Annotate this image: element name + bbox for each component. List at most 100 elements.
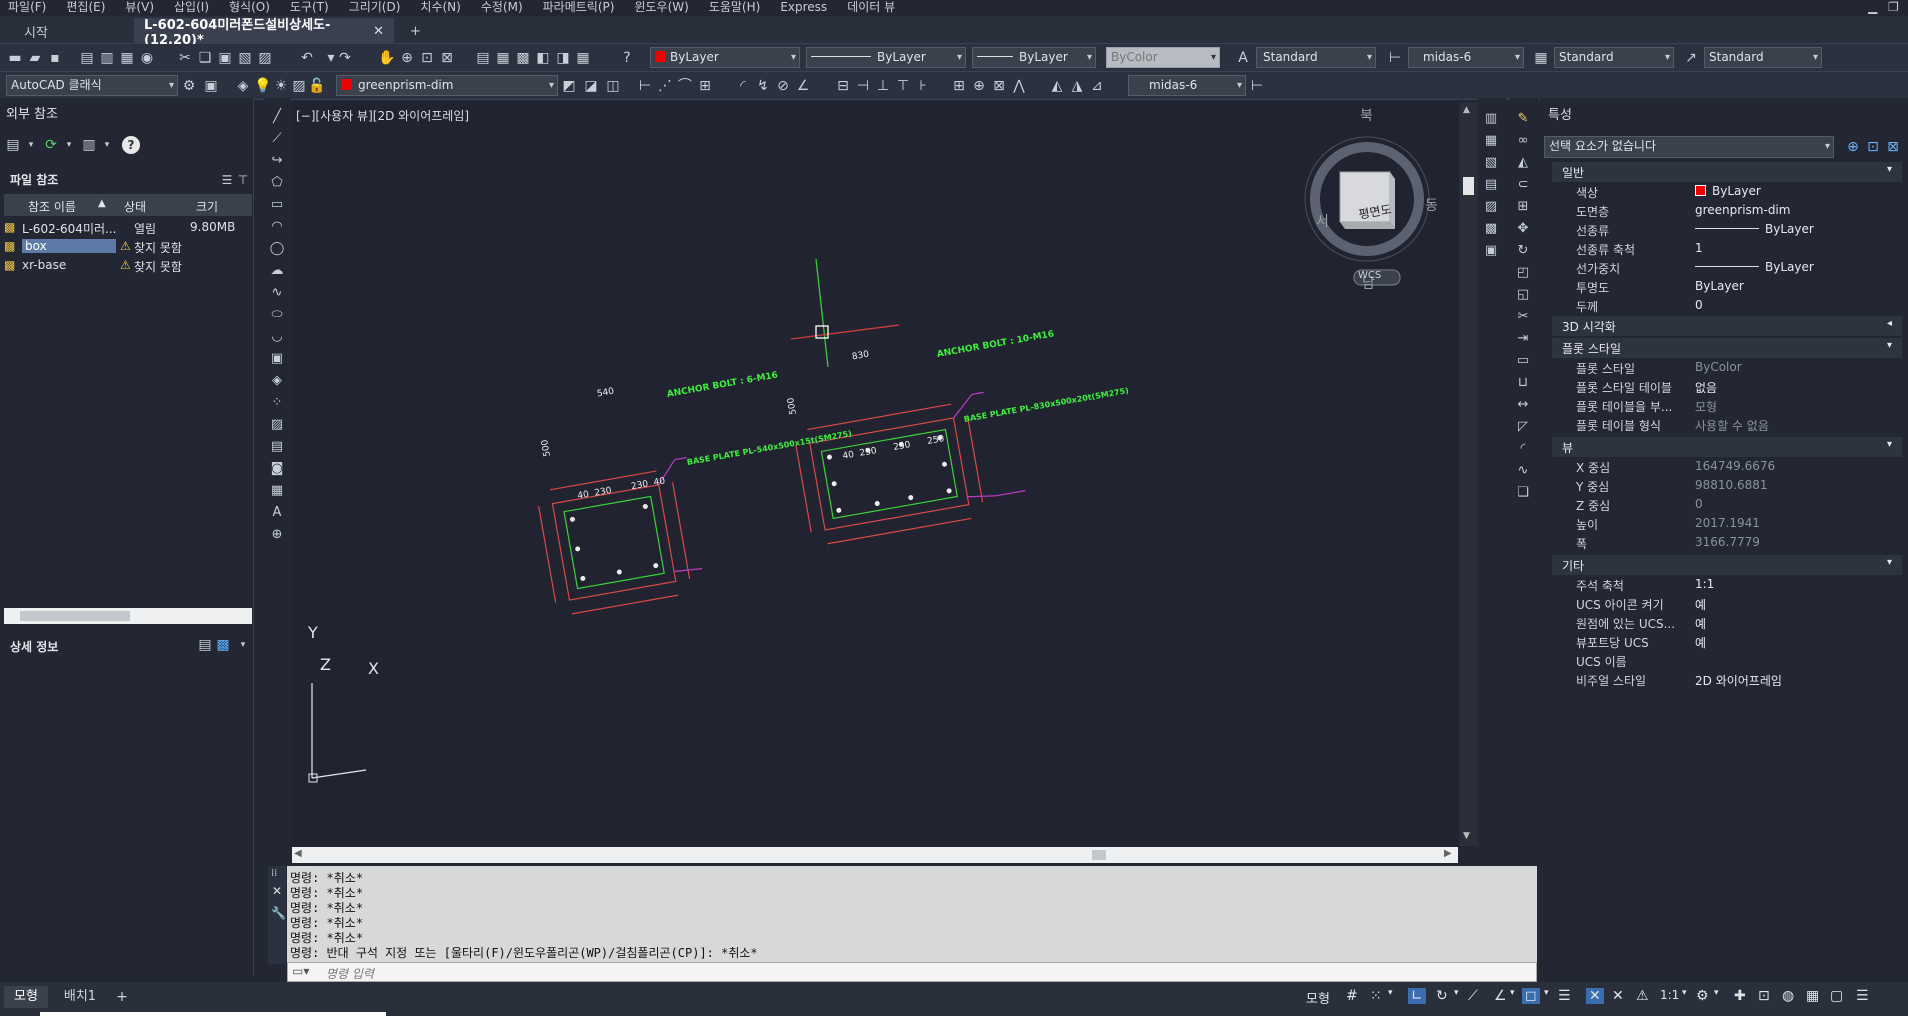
- region-mass-icon[interactable]: ▧: [1482, 154, 1500, 172]
- ellipse-arc-icon[interactable]: ◡: [268, 328, 286, 346]
- mtext-icon[interactable]: A: [268, 504, 286, 522]
- polygon-icon[interactable]: ⬠: [268, 174, 286, 192]
- ortho-icon[interactable]: ∟: [1408, 988, 1426, 1004]
- menu-format[interactable]: 형식(O): [221, 0, 282, 14]
- horizontal-scrollbar[interactable]: ◀ ▶: [292, 847, 1458, 863]
- grid-icon[interactable]: #: [1346, 988, 1358, 1004]
- refresh-icon[interactable]: ⟳: [42, 136, 60, 154]
- table-row[interactable]: ▩ L-602-604미러... 열림 9.80MB: [4, 218, 252, 237]
- chevron-down-icon[interactable]: ▾: [234, 636, 252, 654]
- col-name[interactable]: 참조 이름: [28, 198, 76, 215]
- chevron-down-icon[interactable]: ▾: [1510, 988, 1515, 998]
- add-selected-icon[interactable]: ⊕: [268, 526, 286, 544]
- plus-icon[interactable]: ✚: [1734, 988, 1746, 1004]
- dim-angular-icon[interactable]: ∠: [794, 77, 812, 95]
- help-icon[interactable]: ?: [122, 136, 140, 154]
- arc-icon[interactable]: ◠: [268, 218, 286, 236]
- menu-modify[interactable]: 수정(M): [473, 0, 535, 14]
- design-center-icon[interactable]: ▦: [494, 49, 512, 67]
- print-icon[interactable]: ▤: [78, 49, 96, 67]
- chevron-down-icon[interactable]: ▾: [22, 136, 40, 154]
- annotation-visibility-icon[interactable]: ✕: [1586, 988, 1604, 1004]
- make-block-icon[interactable]: ◈: [268, 372, 286, 390]
- prop-row-visualstyle[interactable]: 비주얼 스타일 2D 와이어프레임: [1540, 670, 1908, 689]
- change-path-icon[interactable]: ▥: [80, 136, 98, 154]
- quick-select-icon[interactable]: ⊠: [1884, 138, 1902, 156]
- dim-aligned-icon[interactable]: ⋰: [656, 77, 674, 95]
- move-icon[interactable]: ✥: [1514, 220, 1532, 238]
- chevron-down-icon[interactable]: ▾: [1388, 988, 1393, 998]
- dim-jogged-icon[interactable]: ↯: [754, 77, 772, 95]
- dimstyle-combo[interactable]: midas-6 ▾: [1408, 47, 1524, 68]
- dim-break-icon[interactable]: ⊦: [914, 77, 932, 95]
- lock-ui-icon[interactable]: ⊡: [1758, 988, 1770, 1004]
- zoom-realtime-icon[interactable]: ⊕: [398, 49, 416, 67]
- chevron-down-icon[interactable]: ▾: [98, 136, 116, 154]
- wrench-icon[interactable]: 🔧: [271, 906, 286, 920]
- annotation-icon[interactable]: ⚠: [1636, 988, 1649, 1004]
- viewcube-north[interactable]: 북: [1360, 105, 1373, 125]
- table-style-icon[interactable]: ▦: [1532, 49, 1550, 67]
- prop-row-color[interactable]: 색상 ByLayer: [1540, 182, 1908, 201]
- col-size[interactable]: 크기: [196, 198, 218, 215]
- layer-properties-icon[interactable]: ◈: [234, 77, 252, 95]
- spline-icon[interactable]: ∿: [268, 284, 286, 302]
- area-icon[interactable]: ▦: [1482, 132, 1500, 150]
- section-misc[interactable]: 기타 ▾: [1552, 555, 1902, 575]
- offset-icon[interactable]: ⊂: [1514, 176, 1532, 194]
- erase-icon[interactable]: ✎: [1514, 110, 1532, 128]
- table-row[interactable]: ▩ box ⚠ 찾지 못함: [4, 237, 252, 256]
- markup-icon[interactable]: ◨: [554, 49, 572, 67]
- rotate-icon[interactable]: ↻: [1514, 242, 1532, 260]
- copy-icon[interactable]: ❏: [196, 49, 214, 67]
- tool-palettes-icon[interactable]: ▩: [514, 49, 532, 67]
- menu-insert[interactable]: 삽입(I): [166, 0, 221, 14]
- add-layout-button[interactable]: +: [112, 986, 132, 1008]
- menu-draw[interactable]: 그리기(D): [341, 0, 413, 14]
- select-objects-icon[interactable]: ⊡: [1864, 138, 1882, 156]
- gear-icon[interactable]: ⚙: [1696, 988, 1709, 1004]
- menu-window[interactable]: 윈도우(W): [626, 0, 700, 14]
- hatch-icon[interactable]: ▨: [268, 416, 286, 434]
- prop-row-height[interactable]: 높이 2017.1941: [1540, 514, 1908, 533]
- polar-icon[interactable]: ↻: [1436, 988, 1448, 1004]
- dim-edit-icon[interactable]: ◭: [1048, 77, 1066, 95]
- prop-row-xcenter[interactable]: X 중심 164749.6676: [1540, 457, 1908, 476]
- viewcube-west[interactable]: 서: [1316, 211, 1329, 231]
- command-line-handle[interactable]: ⁞⁞ ✕ 🔧: [268, 866, 286, 964]
- prop-row-plotstyle[interactable]: 플롯 스타일 ByColor: [1540, 358, 1908, 377]
- layer-combo[interactable]: greenprism-dim ▾: [336, 75, 558, 96]
- table-icon[interactable]: ▦: [268, 482, 286, 500]
- command-prompt-icon[interactable]: ▭▾: [292, 964, 309, 978]
- tab-layout1[interactable]: 배치1: [56, 986, 104, 1008]
- mleaderstyle-combo[interactable]: Standard ▾: [1704, 47, 1822, 68]
- prop-row-ucsperviewport[interactable]: 뷰포트당 UCS 예: [1540, 632, 1908, 651]
- tolerance-icon[interactable]: ⊞: [950, 77, 968, 95]
- chamfer-icon[interactable]: ◸: [1514, 418, 1532, 436]
- new-file-icon[interactable]: ▬: [6, 49, 24, 67]
- menu-file[interactable]: 파일(F): [0, 0, 58, 14]
- dim-style-icon[interactable]: ⊢: [1386, 49, 1404, 67]
- mirror-icon[interactable]: ◭: [1514, 154, 1532, 172]
- chevron-down-icon[interactable]: ▾: [1454, 988, 1459, 998]
- circle-icon[interactable]: ◯: [268, 240, 286, 258]
- auto-scale-icon[interactable]: ✕: [1612, 988, 1624, 1004]
- menu-parametric[interactable]: 파라메트릭(P): [535, 0, 627, 14]
- table-row[interactable]: ▩ xr-base ⚠ 찾지 못함: [4, 256, 252, 275]
- dim-continue-icon[interactable]: ⊥: [874, 77, 892, 95]
- distance-icon[interactable]: ▥: [1482, 110, 1500, 128]
- annotation-scale[interactable]: 1:1: [1660, 988, 1679, 1002]
- attach-icon[interactable]: ▤: [4, 136, 22, 154]
- point-icon[interactable]: ⁘: [268, 394, 286, 412]
- minimize-icon[interactable]: ▁: [1868, 0, 1877, 14]
- otrack-icon[interactable]: ∠: [1494, 988, 1507, 1004]
- line-icon[interactable]: ╱: [268, 108, 286, 126]
- col-status[interactable]: 상태: [124, 198, 146, 215]
- dim-override-icon[interactable]: ⊢: [1248, 77, 1266, 95]
- layer-previous-icon[interactable]: ◪: [582, 77, 600, 95]
- snap-icon[interactable]: ⁙: [1370, 988, 1382, 1004]
- textstyle-combo[interactable]: Standard ▾: [1256, 47, 1376, 68]
- tablestyle-combo[interactable]: Standard ▾: [1554, 47, 1674, 68]
- scale-icon[interactable]: ◰: [1514, 264, 1532, 282]
- dim-text-edit-icon[interactable]: ◮: [1068, 77, 1086, 95]
